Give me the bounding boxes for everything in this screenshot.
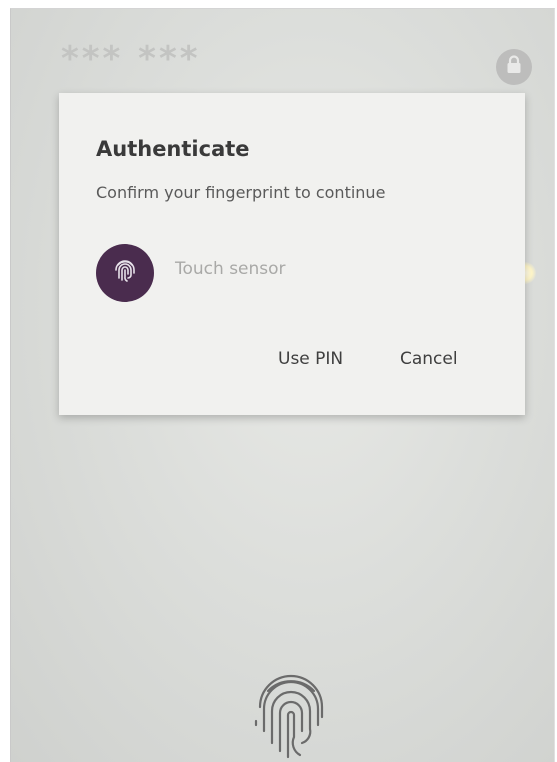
fingerprint-icon[interactable]	[246, 667, 336, 762]
dialog-subtitle: Confirm your fingerprint to continue	[96, 183, 386, 202]
masked-text: *** ***	[61, 39, 201, 79]
authenticate-dialog: Authenticate Confirm your fingerprint to…	[59, 93, 525, 415]
lock-button[interactable]	[496, 49, 532, 85]
dialog-title: Authenticate	[96, 137, 250, 161]
use-pin-button[interactable]: Use PIN	[278, 349, 343, 369]
fingerprint-sensor-badge	[96, 244, 154, 302]
touch-sensor-label: Touch sensor	[175, 259, 286, 279]
device-screen: *** *** Authenticate Confirm your finger…	[10, 8, 555, 762]
cancel-button[interactable]: Cancel	[400, 349, 458, 369]
lock-icon	[505, 55, 523, 79]
fingerprint-icon	[110, 256, 140, 290]
